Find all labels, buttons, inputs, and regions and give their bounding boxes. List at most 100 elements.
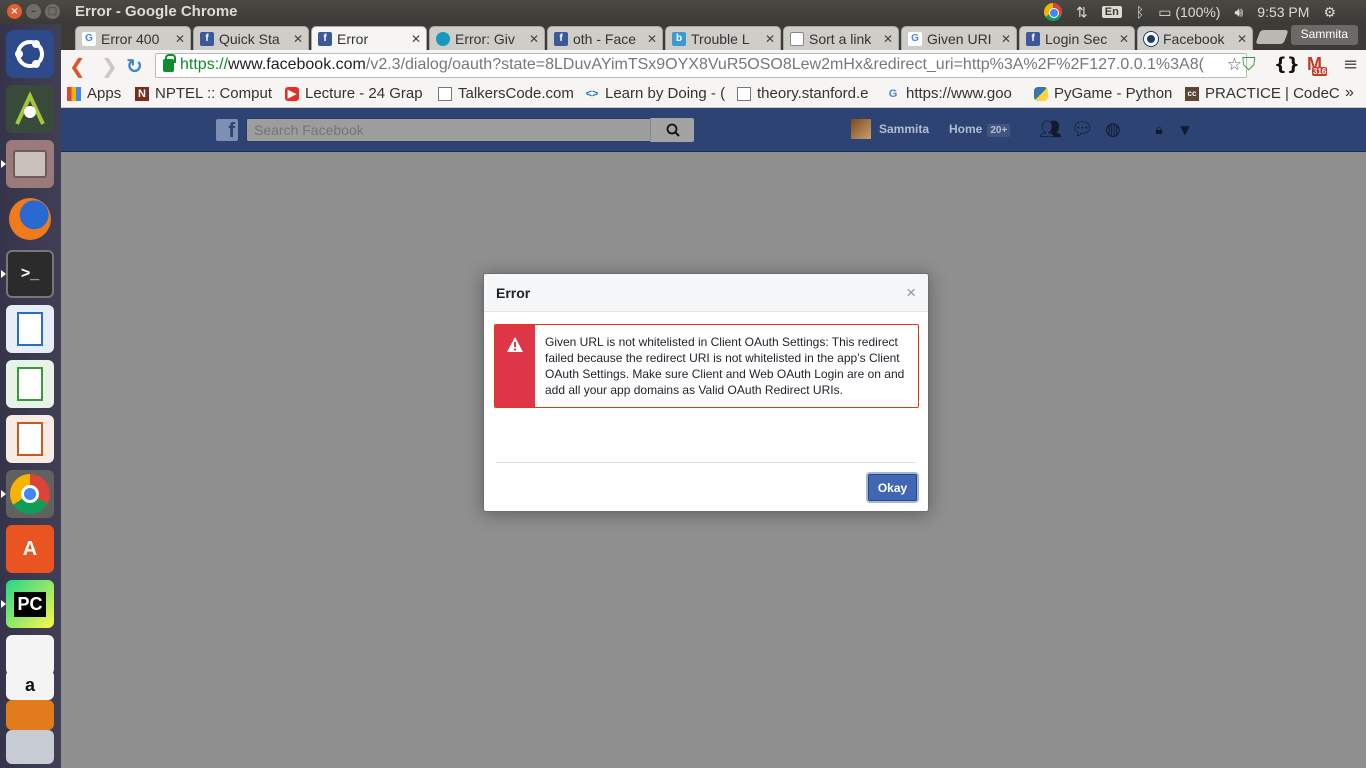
google-icon: G — [82, 31, 96, 46]
close-icon[interactable]: ✕ — [1116, 32, 1132, 46]
page-content: f Sammita Home 20+ 👥︎ 💬︎ ◍ 🔒︎ ▼ Error × — [61, 108, 1366, 768]
window-maximize-button[interactable]: □ — [45, 4, 60, 19]
more-bookmarks-chevron-icon[interactable]: » — [1345, 84, 1354, 102]
volume-icon[interactable]: 🔊︎ — [1234, 4, 1243, 21]
close-icon[interactable]: ✕ — [408, 32, 424, 46]
error-message-text: Given URL is not whitelisted in Client O… — [545, 335, 905, 397]
app-icon[interactable] — [6, 635, 54, 675]
tab-active[interactable]: f Error ✕ — [311, 26, 427, 50]
network-icon[interactable]: ⇅ — [1076, 4, 1088, 21]
firefox-icon[interactable] — [6, 195, 54, 243]
home-label: Home — [949, 122, 983, 136]
tab[interactable]: Facebook ✕ — [1137, 26, 1253, 50]
address-bar[interactable]: https://www.facebook.com/v2.3/dialog/oau… — [155, 53, 1247, 78]
tab[interactable]: G Error 400 ✕ — [75, 26, 191, 50]
libreoffice-writer-icon[interactable] — [6, 305, 54, 353]
chrome-launcher-icon[interactable] — [6, 470, 54, 518]
tab[interactable]: f Quick Sta ✕ — [193, 26, 309, 50]
tab[interactable]: Sort a link ✕ — [783, 26, 899, 50]
bookmark-item[interactable]: N NPTEL :: Comput — [135, 85, 272, 102]
tab[interactable]: f Login Sec ✕ — [1019, 26, 1135, 50]
bookmark-label: Lecture - 24 Grap — [305, 85, 423, 102]
tab-title: Login Sec — [1045, 30, 1108, 47]
files-icon[interactable] — [6, 140, 54, 188]
new-tab-button[interactable] — [1255, 30, 1289, 44]
window-minimize-button[interactable]: – — [26, 4, 41, 19]
bookmark-item[interactable]: G https://www.goo — [886, 85, 1012, 102]
tab[interactable]: G Given URI ✕ — [901, 26, 1017, 50]
close-icon[interactable]: ✕ — [1234, 32, 1250, 46]
account-menu-chevron-down-icon[interactable]: ▼ — [1175, 120, 1195, 140]
profile-button[interactable]: Sammita — [1290, 25, 1358, 45]
bookmark-item[interactable]: PyGame - Python — [1034, 85, 1172, 102]
clock[interactable]: 9:53 PM — [1257, 4, 1309, 20]
salesforce-icon — [436, 31, 450, 46]
bookmark-star-icon[interactable]: ☆ — [1226, 55, 1242, 75]
bookmark-item[interactable]: cc PRACTICE | CodeC — [1185, 85, 1340, 102]
tab-title: Trouble L — [691, 30, 750, 47]
tab-title: Quick Sta — [219, 30, 280, 47]
session-gear-icon[interactable]: ⚙ — [1323, 4, 1336, 21]
tab[interactable]: Error: Giv ✕ — [429, 26, 545, 50]
close-icon[interactable]: ✕ — [644, 32, 660, 46]
forward-button[interactable]: ❯ — [101, 54, 118, 78]
okay-button[interactable]: Okay — [868, 474, 917, 501]
close-icon[interactable]: ✕ — [762, 32, 778, 46]
notifications-globe-icon[interactable]: ◍ — [1103, 120, 1123, 140]
close-icon[interactable]: ✕ — [880, 32, 896, 46]
reload-button[interactable]: ↻ — [126, 54, 143, 78]
pycharm-icon[interactable]: PC — [6, 580, 54, 628]
app-icon[interactable] — [6, 730, 54, 764]
ubuntu-dash-icon[interactable] — [6, 30, 54, 78]
bluetooth-icon[interactable]: ᛒ — [1136, 4, 1144, 20]
bookmark-item[interactable]: theory.stanford.e — [737, 85, 868, 102]
facebook-icon: f — [318, 31, 332, 46]
bookmark-label: Apps — [87, 85, 122, 102]
os-top-panel: × – □ Error - Google Chrome ⇅ En ᛒ ▭ (10… — [0, 0, 1366, 24]
battery-indicator[interactable]: ▭ (100%) — [1158, 4, 1220, 21]
close-icon[interactable]: ✕ — [290, 32, 306, 46]
close-icon[interactable]: ✕ — [526, 32, 542, 46]
search-input[interactable] — [246, 118, 694, 142]
close-icon[interactable]: ✕ — [172, 32, 188, 46]
circle-icon — [1144, 31, 1158, 46]
tab[interactable]: b Trouble L ✕ — [665, 26, 781, 50]
facebook-logo-icon[interactable]: f — [216, 119, 238, 142]
b-icon: b — [672, 31, 686, 46]
terminal-icon[interactable]: >_ — [6, 250, 54, 298]
browser-toolbar: ❮ ❯ ↻ https://www.facebook.com/v2.3/dial… — [61, 50, 1366, 81]
bookmark-item[interactable]: <> Learn by Doing - ( — [585, 85, 726, 102]
bookmark-apps[interactable]: Apps — [67, 85, 121, 102]
keyboard-language-indicator[interactable]: En — [1101, 6, 1122, 18]
tab-title: oth - Face — [573, 30, 637, 47]
window-close-button[interactable]: × — [7, 4, 22, 19]
close-icon[interactable]: ✕ — [998, 32, 1014, 46]
bookmark-item[interactable]: ▶ Lecture - 24 Grap — [285, 85, 423, 102]
amazon-icon[interactable]: a — [6, 670, 54, 700]
back-button[interactable]: ❮ — [69, 54, 86, 78]
chrome-menu-icon[interactable]: ≡ — [1343, 54, 1358, 75]
libreoffice-impress-icon[interactable] — [6, 415, 54, 463]
profile-link[interactable]: Sammita — [851, 119, 929, 139]
bookmark-item[interactable]: TalkersCode.com — [438, 85, 574, 102]
gmail-extension-icon[interactable]: M 316 — [1307, 54, 1328, 76]
google-icon: G — [888, 87, 898, 100]
software-center-icon[interactable]: A — [6, 525, 54, 573]
bookmark-label: PRACTICE | CodeC — [1205, 85, 1340, 102]
libreoffice-calc-icon[interactable] — [6, 360, 54, 408]
messages-icon[interactable]: 💬︎ — [1071, 120, 1094, 140]
chrome-tray-icon[interactable] — [1044, 3, 1062, 21]
app-icon[interactable] — [6, 700, 54, 730]
friend-requests-icon[interactable]: 👥︎ — [1039, 120, 1062, 140]
search-button[interactable] — [650, 118, 694, 142]
warning-icon — [507, 337, 523, 352]
android-studio-icon[interactable] — [6, 85, 54, 133]
shield-extension-icon[interactable]: ⛉ — [1242, 54, 1256, 75]
json-extension-icon[interactable]: {} — [1274, 54, 1300, 75]
close-icon[interactable]: × — [906, 283, 916, 303]
privacy-lock-icon[interactable]: 🔒︎ — [1149, 120, 1169, 140]
facebook-icon: f — [1026, 31, 1040, 46]
tab[interactable]: f oth - Face ✕ — [547, 26, 663, 50]
home-link[interactable]: Home 20+ — [949, 122, 1011, 137]
chrome-window: G Error 400 ✕ f Quick Sta ✕ f Error ✕ Er… — [61, 24, 1366, 768]
